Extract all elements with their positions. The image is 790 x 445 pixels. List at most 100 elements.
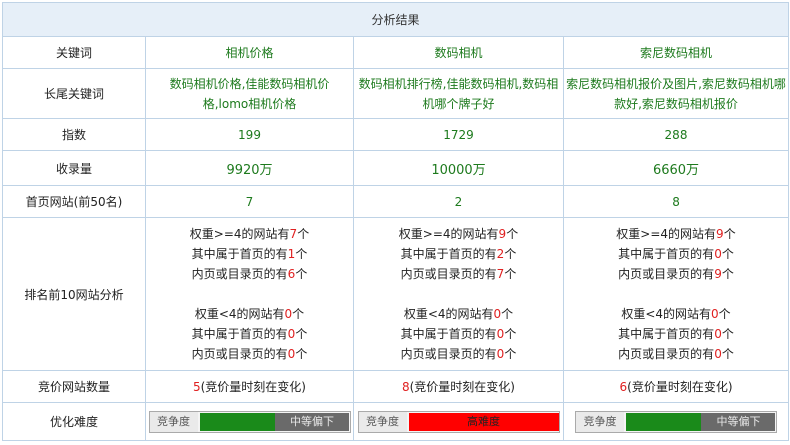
bid-cell: 8(竞价量时刻在变化) (353, 370, 564, 403)
analysis-count: 0 (714, 327, 722, 341)
analysis-unit: 个 (718, 307, 731, 321)
difficulty-text: 中等偏下 (290, 414, 334, 428)
difficulty-meter: 竞争度 中等偏下 (575, 410, 777, 433)
longtail-cell: 数码相机排行榜,佳能数码相机,数码相机哪个牌子好 (353, 68, 564, 119)
analysis-unit: 个 (504, 327, 517, 341)
difficulty-text: 中等偏下 (716, 414, 761, 428)
bid-cell: 5(竞价量时刻在变化) (145, 370, 354, 403)
analysis-count: 0 (714, 247, 722, 261)
analysis-unit: 个 (295, 267, 308, 281)
row-label-longtail: 长尾关键词 (2, 68, 146, 119)
analysis-table: 分析结果 关键词 相机价格 数码相机 索尼数码相机 长尾关键词 数码相机价格,佳… (1, 2, 790, 441)
analysis-line: 权重<4的网站有0个 (564, 304, 788, 324)
analysis-line: 内页或目录页的有0个 (564, 344, 788, 364)
analysis-text: 权重>=4的网站有 (398, 227, 499, 241)
difficulty-fill (626, 412, 701, 431)
analysis-text: 权重<4的网站有 (403, 307, 494, 321)
analysis-unit: 个 (295, 247, 308, 261)
difficulty-label: 竞争度 (576, 411, 624, 432)
analysis-text: 其中属于首页的有 (400, 327, 497, 341)
analysis-text: 权重>=4的网站有 (189, 227, 290, 241)
analysis-unit: 个 (504, 267, 517, 281)
row-label-homesites: 首页网站(前50名) (2, 185, 146, 218)
analysis-line: 权重<4的网站有0个 (146, 304, 353, 324)
homesites-cell: 2 (353, 185, 564, 218)
analysis-line: 其中属于首页的有0个 (564, 324, 788, 344)
analysis-text: 内页或目录页的有 (400, 347, 497, 361)
analysis-count: 9 (716, 227, 724, 241)
analysis-line (354, 284, 563, 304)
bid-note: (竞价量时刻在变化) (200, 380, 306, 394)
analysis-text: 其中属于首页的有 (618, 327, 715, 341)
analysis-unit: 个 (721, 347, 734, 361)
analysis-text: 内页或目录页的有 (191, 267, 288, 281)
table-title: 分析结果 (1, 2, 790, 37)
indexed-cell: 6660万 (562, 150, 790, 186)
analysis-unit: 个 (297, 227, 310, 241)
index-cell: 1729 (353, 118, 564, 151)
analysis-unit: 个 (501, 307, 514, 321)
analysis-line: 权重>=4的网站有7个 (146, 224, 353, 244)
bid-count: 6 (619, 380, 628, 394)
analysis-unit: 个 (504, 247, 517, 261)
analysis-unit: 个 (721, 267, 734, 281)
homesites-cell: 7 (145, 185, 354, 218)
difficulty-cell: 竞争度 中等偏下 (145, 402, 354, 441)
bid-note: (竞价量时刻在变化) (409, 380, 515, 394)
index-cell: 199 (145, 118, 354, 151)
bid-note: (竞价量时刻在变化) (627, 380, 733, 394)
indexed-cell: 10000万 (353, 150, 564, 186)
keyword-cell: 索尼数码相机 (562, 36, 790, 69)
analysis-text: 权重<4的网站有 (621, 307, 712, 321)
keyword-cell: 相机价格 (145, 36, 354, 69)
keyword-cell: 数码相机 (353, 36, 564, 69)
longtail-cell: 数码相机价格,佳能数码相机价格,lomo相机价格 (145, 68, 354, 119)
analysis-text: 其中属于首页的有 (191, 247, 288, 261)
analysis-text: 内页或目录页的有 (191, 347, 288, 361)
analysis-line: 其中属于首页的有0个 (146, 324, 353, 344)
analysis-text: 内页或目录页的有 (400, 267, 497, 281)
analysis-line: 权重>=4的网站有9个 (564, 224, 788, 244)
analysis-unit: 个 (504, 347, 517, 361)
difficulty-meter: 竞争度 中等偏下 (148, 410, 351, 433)
analysis-line: 其中属于首页的有0个 (564, 244, 788, 264)
analysis-unit: 个 (292, 307, 305, 321)
analysis-count: 9 (714, 267, 722, 281)
analysis-line: 其中属于首页的有1个 (146, 244, 353, 264)
analysis-unit: 个 (295, 327, 308, 341)
index-cell: 288 (562, 118, 790, 151)
analysis-text: 其中属于首页的有 (400, 247, 497, 261)
analysis-line (146, 284, 353, 304)
analysis-line: 其中属于首页的有2个 (354, 244, 563, 264)
row-label-top10: 排名前10网站分析 (2, 217, 146, 371)
analysis-text: 其中属于首页的有 (618, 247, 715, 261)
analysis-line: 内页或目录页的有0个 (354, 344, 563, 364)
analysis-cell: 权重>=4的网站有9个 其中属于首页的有2个 内页或目录页的有7个 权重<4的网站有0… (353, 217, 564, 371)
difficulty-cell: 竞争度 中等偏下 (562, 402, 790, 441)
analysis-line: 内页或目录页的有9个 (564, 264, 788, 284)
analysis-line: 权重<4的网站有0个 (354, 304, 563, 324)
difficulty-meter: 竞争度 高难度 (357, 410, 560, 433)
difficulty-fill (199, 412, 275, 431)
indexed-cell: 9920万 (145, 150, 354, 186)
analysis-text: 内页或目录页的有 (618, 267, 715, 281)
analysis-line (564, 284, 788, 304)
row-label-keyword: 关键词 (2, 36, 146, 69)
bid-count: 5 (192, 380, 201, 394)
analysis-unit: 个 (721, 327, 734, 341)
analysis-line: 权重>=4的网站有9个 (354, 224, 563, 244)
analysis-line: 内页或目录页的有6个 (146, 264, 353, 284)
bid-count: 8 (401, 380, 410, 394)
analysis-count: 0 (714, 347, 722, 361)
analysis-unit: 个 (295, 347, 308, 361)
analysis-line: 内页或目录页的有0个 (146, 344, 353, 364)
analysis-cell: 权重>=4的网站有7个 其中属于首页的有1个 内页或目录页的有6个 权重<4的网站有0… (145, 217, 354, 371)
analysis-text: 内页或目录页的有 (618, 347, 715, 361)
row-label-bidcount: 竞价网站数量 (2, 370, 146, 403)
analysis-unit: 个 (723, 227, 736, 241)
bid-cell: 6(竞价量时刻在变化) (562, 370, 790, 403)
analysis-count: 0 (284, 307, 293, 321)
analysis-text: 权重>=4的网站有 (616, 227, 717, 241)
analysis-unit: 个 (506, 227, 519, 241)
analysis-unit: 个 (721, 247, 734, 261)
